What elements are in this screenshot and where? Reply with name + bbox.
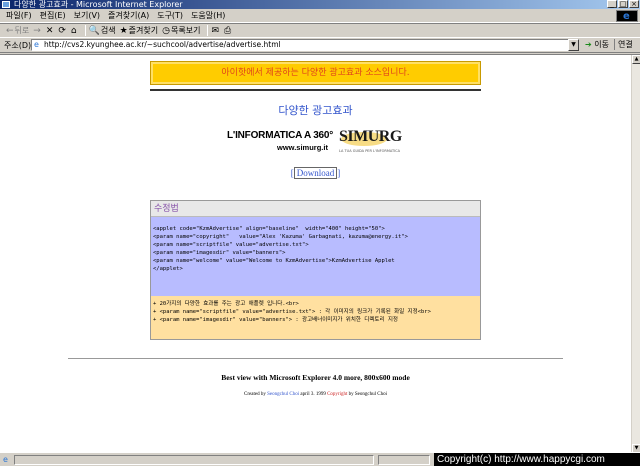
best-view-notice: Best view with Microsoft Explorer 4.0 mo… [221, 373, 410, 382]
author-name: Seongchul Choi [354, 392, 387, 397]
address-label: 주소(D) [4, 40, 32, 50]
refresh-button[interactable]: ⟳ [58, 26, 67, 36]
page-viewport: 아이핫에서 제공하는 다양한 광고효과 소스입니다. 다양한 광고효과 L'IN… [0, 54, 640, 453]
stop-button[interactable]: ✕ [46, 26, 55, 36]
menu-favorites[interactable]: 즐겨찾기(A) [108, 10, 149, 21]
history-button[interactable]: ◷ 목록보기 [162, 25, 200, 36]
back-label: 뒤로 [14, 26, 30, 35]
instructions-box: 수정법 <applet code="KzmAdvertise" align="b… [150, 200, 481, 340]
credit-prefix: Created by [244, 392, 266, 397]
home-icon: ⌂ [70, 25, 77, 36]
credit-line: Created by Seongchul Choi april 3. 1999 … [0, 392, 631, 397]
standard-toolbar: ← 뒤로 → ✕ ⟳ ⌂ 🔍 검색 ★ 즐겨찾기 ◷ 목록보기 ✉ ⎙ [0, 23, 640, 38]
status-page-icon: e [3, 455, 8, 464]
ad-tagline: L'INFORMATICA A 360° [227, 130, 334, 141]
credit-by: by [348, 392, 354, 397]
instructions-title: 수정법 [151, 201, 480, 217]
menu-file[interactable]: 파일(F) [6, 10, 32, 21]
menu-view[interactable]: 보기(V) [74, 10, 100, 21]
bottom-divider [68, 358, 563, 359]
favorites-star-icon: ★ [119, 25, 128, 36]
applet-code-sample: <applet code="KzmAdvertise" align="basel… [151, 217, 480, 296]
status-bar: e Copyright(c) http://www.happycgi.com [0, 452, 640, 466]
page-heading: 다양한 광고효과 [278, 104, 353, 117]
forward-button[interactable]: → [33, 26, 42, 36]
status-text-pane [14, 455, 374, 465]
menu-tools[interactable]: 도구(T) [157, 10, 183, 21]
refresh-icon: ⟳ [58, 25, 66, 36]
mail-button[interactable]: ✉ [211, 26, 220, 36]
ie-app-icon [2, 1, 10, 8]
menu-edit[interactable]: 편집(E) [40, 10, 66, 21]
scroll-up-button[interactable]: ▲ [632, 55, 640, 64]
address-dropdown-button[interactable]: ▼ [568, 39, 579, 51]
minimize-button[interactable]: _ [607, 0, 617, 8]
go-label: 이동 [594, 40, 609, 49]
window-title: 다양한 광고효과 - Microsoft Internet Explorer [14, 0, 183, 9]
address-bar: 주소(D) e http://cvs2.kyunghee.ac.kr/~such… [0, 38, 640, 53]
back-arrow-icon: ← [6, 25, 14, 36]
mail-icon: ✉ [211, 25, 219, 36]
favorites-button[interactable]: ★ 즐겨찾기 [120, 25, 159, 36]
applet-notes: + 20가지의 다양한 효과를 주는 광고 애플렛 입니다.<br> + <pa… [151, 296, 480, 339]
download-link[interactable]: Download [293, 167, 338, 179]
stop-icon: ✕ [45, 25, 54, 36]
intro-banner: 아이핫에서 제공하는 다양한 광고효과 소스입니다. [150, 61, 481, 85]
simurg-logo: SIMURG LA TUA GUIDA PER L'INFORMATICA [339, 128, 423, 156]
address-url: http://cvs2.kyunghee.ac.kr/~suchcool/adv… [44, 40, 281, 49]
favorites-label: 즐겨찾기 [128, 26, 159, 35]
back-button[interactable]: ← 뒤로 [6, 25, 29, 36]
go-button[interactable]: ➔ 이동 [585, 39, 609, 50]
advertise-applet-banner[interactable]: L'INFORMATICA A 360° www.simurg.it SIMUR… [227, 128, 423, 156]
forward-arrow-icon: → [33, 25, 41, 36]
status-zone-pane [378, 455, 430, 465]
go-arrow-icon: ➔ [585, 40, 592, 49]
print-button[interactable]: ⎙ [224, 26, 232, 36]
address-input[interactable]: e http://cvs2.kyunghee.ac.kr/~suchcool/a… [31, 39, 579, 51]
window-controls: _ □ × [607, 0, 639, 8]
toolbar-divider [84, 25, 86, 36]
page-icon: e [34, 40, 39, 49]
menu-help[interactable]: 도움말(H) [191, 10, 225, 21]
history-icon: ◷ [162, 25, 170, 36]
author-link[interactable]: Seongchul Choi [267, 392, 299, 397]
page-content: 아이핫에서 제공하는 다양한 광고효과 소스입니다. 다양한 광고효과 L'IN… [0, 55, 640, 453]
copyright-link[interactable]: Copyright [327, 392, 347, 397]
ie-throbber-icon: e [616, 10, 638, 22]
search-label: 검색 [100, 26, 116, 35]
vertical-scrollbar[interactable]: ▲ ▼ [631, 55, 640, 453]
home-button[interactable]: ⌂ [71, 26, 78, 36]
close-button[interactable]: × [629, 0, 639, 8]
menu-bar: 파일(F) 편집(E) 보기(V) 즐겨찾기(A) 도구(T) 도움말(H) e [0, 9, 640, 23]
toolbar-divider [207, 25, 209, 36]
credit-date: april 3. 1999 [300, 392, 326, 397]
search-icon: 🔍 [88, 25, 100, 36]
print-icon: ⎙ [223, 25, 232, 36]
top-divider [150, 89, 481, 91]
maximize-button[interactable]: □ [618, 0, 628, 8]
links-button[interactable]: 연결 [614, 39, 633, 50]
copyright-watermark: Copyright(c) http://www.happycgi.com [434, 453, 640, 466]
title-bar: 다양한 광고효과 - Microsoft Internet Explorer _… [0, 0, 640, 9]
history-label: 목록보기 [170, 26, 201, 35]
logo-tagline: LA TUA GUIDA PER L'INFORMATICA [339, 149, 400, 153]
search-button[interactable]: 🔍 검색 [89, 25, 116, 36]
ad-url: www.simurg.it [277, 143, 328, 152]
download-row: [Download] [290, 167, 341, 179]
logo-wordmark: SIMURG [339, 128, 402, 145]
